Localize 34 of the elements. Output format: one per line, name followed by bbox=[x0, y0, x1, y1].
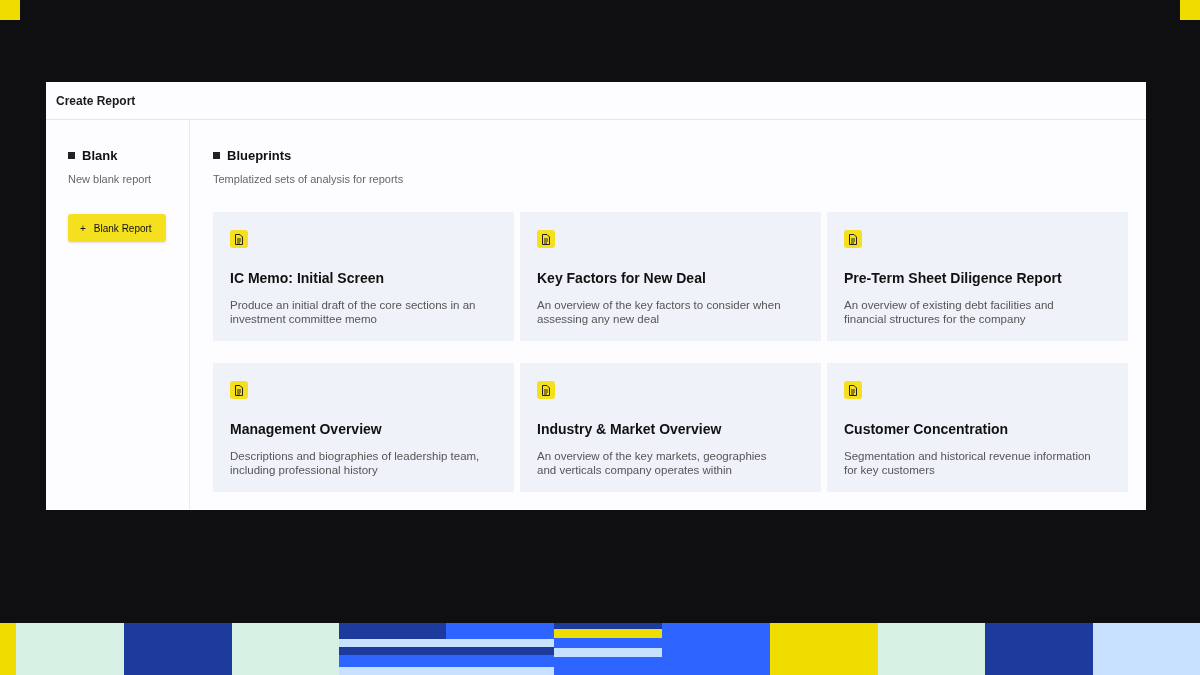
document-icon bbox=[537, 230, 555, 248]
corner-square bbox=[0, 0, 20, 20]
blueprint-card[interactable]: Management Overview Descriptions and biographies of leadership team, including professional history bbox=[213, 363, 514, 492]
section-subtitle: New blank report bbox=[68, 171, 153, 187]
document-icon bbox=[230, 381, 248, 399]
card-description: Descriptions and biographies of leadership team, including professional history bbox=[230, 449, 480, 477]
document-icon bbox=[844, 230, 862, 248]
document-icon bbox=[844, 381, 862, 399]
section-title: Blueprints bbox=[227, 147, 292, 165]
card-title: Management Overview bbox=[230, 420, 383, 439]
blueprint-card[interactable]: Key Factors for New Deal An overview of the key factors to consider when assessing any new deal bbox=[520, 212, 821, 341]
blueprint-card[interactable]: Customer Concentration Segmentation and historical revenue information for key customers bbox=[827, 363, 1128, 492]
card-description: An overview of the key factors to consider when assessing any new deal bbox=[537, 298, 782, 326]
section-title: Blank bbox=[82, 147, 118, 165]
card-title: Customer Concentration bbox=[844, 420, 1010, 439]
document-icon bbox=[537, 381, 555, 399]
card-title: Pre-Term Sheet Diligence Report bbox=[844, 269, 1063, 288]
blank-report-button[interactable]: + Blank Report bbox=[68, 214, 166, 242]
card-description: Produce an initial draft of the core sections in an investment committee memo bbox=[230, 298, 477, 326]
section-subtitle: Templatized sets of analysis for reports bbox=[213, 171, 405, 187]
card-title: Industry & Market Overview bbox=[537, 420, 723, 439]
card-title: IC Memo: Initial Screen bbox=[230, 269, 386, 288]
card-description: An overview of existing debt facilities and financial structures for the company bbox=[844, 298, 1055, 326]
corner-square bbox=[1180, 0, 1200, 20]
panel-title: Create Report bbox=[56, 92, 136, 110]
square-icon bbox=[68, 152, 75, 160]
card-description: Segmentation and historical revenue information for key customers bbox=[844, 449, 1092, 477]
document-icon bbox=[230, 230, 248, 248]
card-title: Key Factors for New Deal bbox=[537, 269, 707, 288]
blueprint-card[interactable]: IC Memo: Initial Screen Produce an initial draft of the core sections in an investment committee memo bbox=[213, 212, 514, 341]
blueprint-card[interactable]: Industry & Market Overview An overview of the key markets, geographies and verticals company operates within bbox=[520, 363, 821, 492]
blueprint-card[interactable]: Pre-Term Sheet Diligence Report An overview of existing debt facilities and financial structures for the company bbox=[827, 212, 1128, 341]
square-icon bbox=[213, 152, 220, 160]
card-description: An overview of the key markets, geographies and verticals company operates within bbox=[537, 449, 768, 477]
